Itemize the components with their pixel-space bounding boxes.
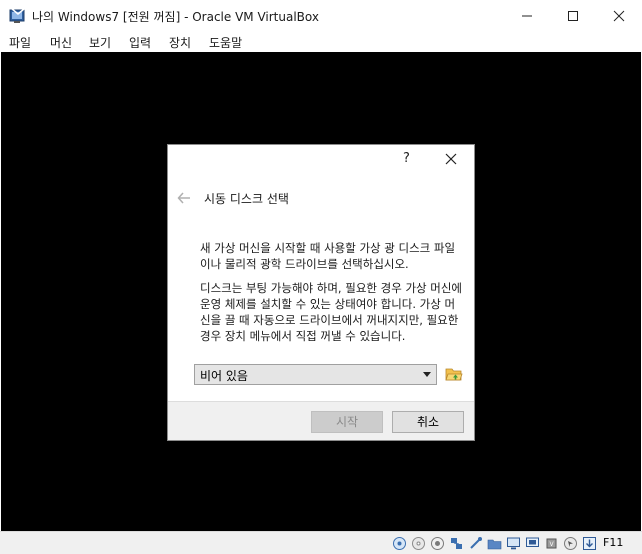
menu-machine[interactable]: 머신 [50, 34, 72, 51]
maximize-icon [568, 10, 578, 21]
dialog-heading: 시동 디스크 선택 [204, 192, 289, 206]
menu-file[interactable]: 파일 [9, 34, 31, 51]
start-disk-dialog: ? 시동 디스크 선택 새 가상 머신을 시작할 때 사용할 가상 광 디스크 … [167, 144, 475, 441]
mouse-integration-icon[interactable] [563, 536, 578, 551]
menubar: 파일 머신 보기 입력 장치 도움말 [0, 31, 642, 52]
menu-help[interactable]: 도움말 [209, 34, 242, 51]
menu-devices[interactable]: 장치 [169, 34, 191, 51]
start-button[interactable]: 시작 [311, 411, 383, 433]
minimize-icon [522, 15, 532, 16]
display-icon[interactable] [506, 536, 521, 551]
minimize-button[interactable] [504, 0, 550, 31]
close-icon [613, 10, 625, 21]
hard-disk-icon[interactable] [392, 536, 407, 551]
dialog-close-icon[interactable] [444, 152, 458, 166]
shared-folder-icon[interactable] [487, 536, 502, 551]
close-window-button[interactable] [596, 0, 642, 31]
disk-select-combobox[interactable]: 비어 있음 [194, 364, 437, 385]
window-titlebar: 나의 Windows7 [전원 꺼짐] - Oracle VM VirtualB… [0, 0, 642, 31]
dialog-description-1: 새 가상 머신을 시작할 때 사용할 가상 광 디스크 파일이나 물리적 광학 … [200, 241, 456, 271]
back-arrow-icon[interactable] [177, 192, 191, 204]
folder-open-icon[interactable] [445, 365, 463, 383]
dialog-help-button[interactable]: ? [403, 151, 410, 166]
cancel-button[interactable]: 취소 [392, 411, 464, 433]
cpu-icon[interactable]: V [544, 536, 559, 551]
audio-icon[interactable] [430, 536, 445, 551]
vm-statusbar: V F11 [0, 531, 642, 554]
video-capture-icon[interactable] [525, 536, 540, 551]
dialog-button-bar: 시작 취소 [168, 401, 474, 440]
maximize-button[interactable] [550, 0, 596, 31]
host-key-arrow-icon[interactable] [582, 536, 597, 551]
menu-view[interactable]: 보기 [89, 34, 111, 51]
virtualbox-app-icon [9, 7, 25, 23]
disk-select-value: 비어 있음 [200, 369, 248, 383]
network-icon[interactable] [449, 536, 464, 551]
dialog-description-2: 디스크는 부팅 가능해야 하며, 필요한 경우 가상 머신에 운영 체제를 설치… [200, 281, 463, 343]
host-key-label: F11 [603, 536, 624, 549]
optical-disk-icon[interactable] [411, 536, 426, 551]
chevron-down-icon [423, 372, 431, 377]
window-title: 나의 Windows7 [전원 꺼짐] - Oracle VM VirtualB… [32, 10, 319, 24]
menu-input[interactable]: 입력 [129, 34, 151, 51]
usb-icon[interactable] [468, 536, 483, 551]
